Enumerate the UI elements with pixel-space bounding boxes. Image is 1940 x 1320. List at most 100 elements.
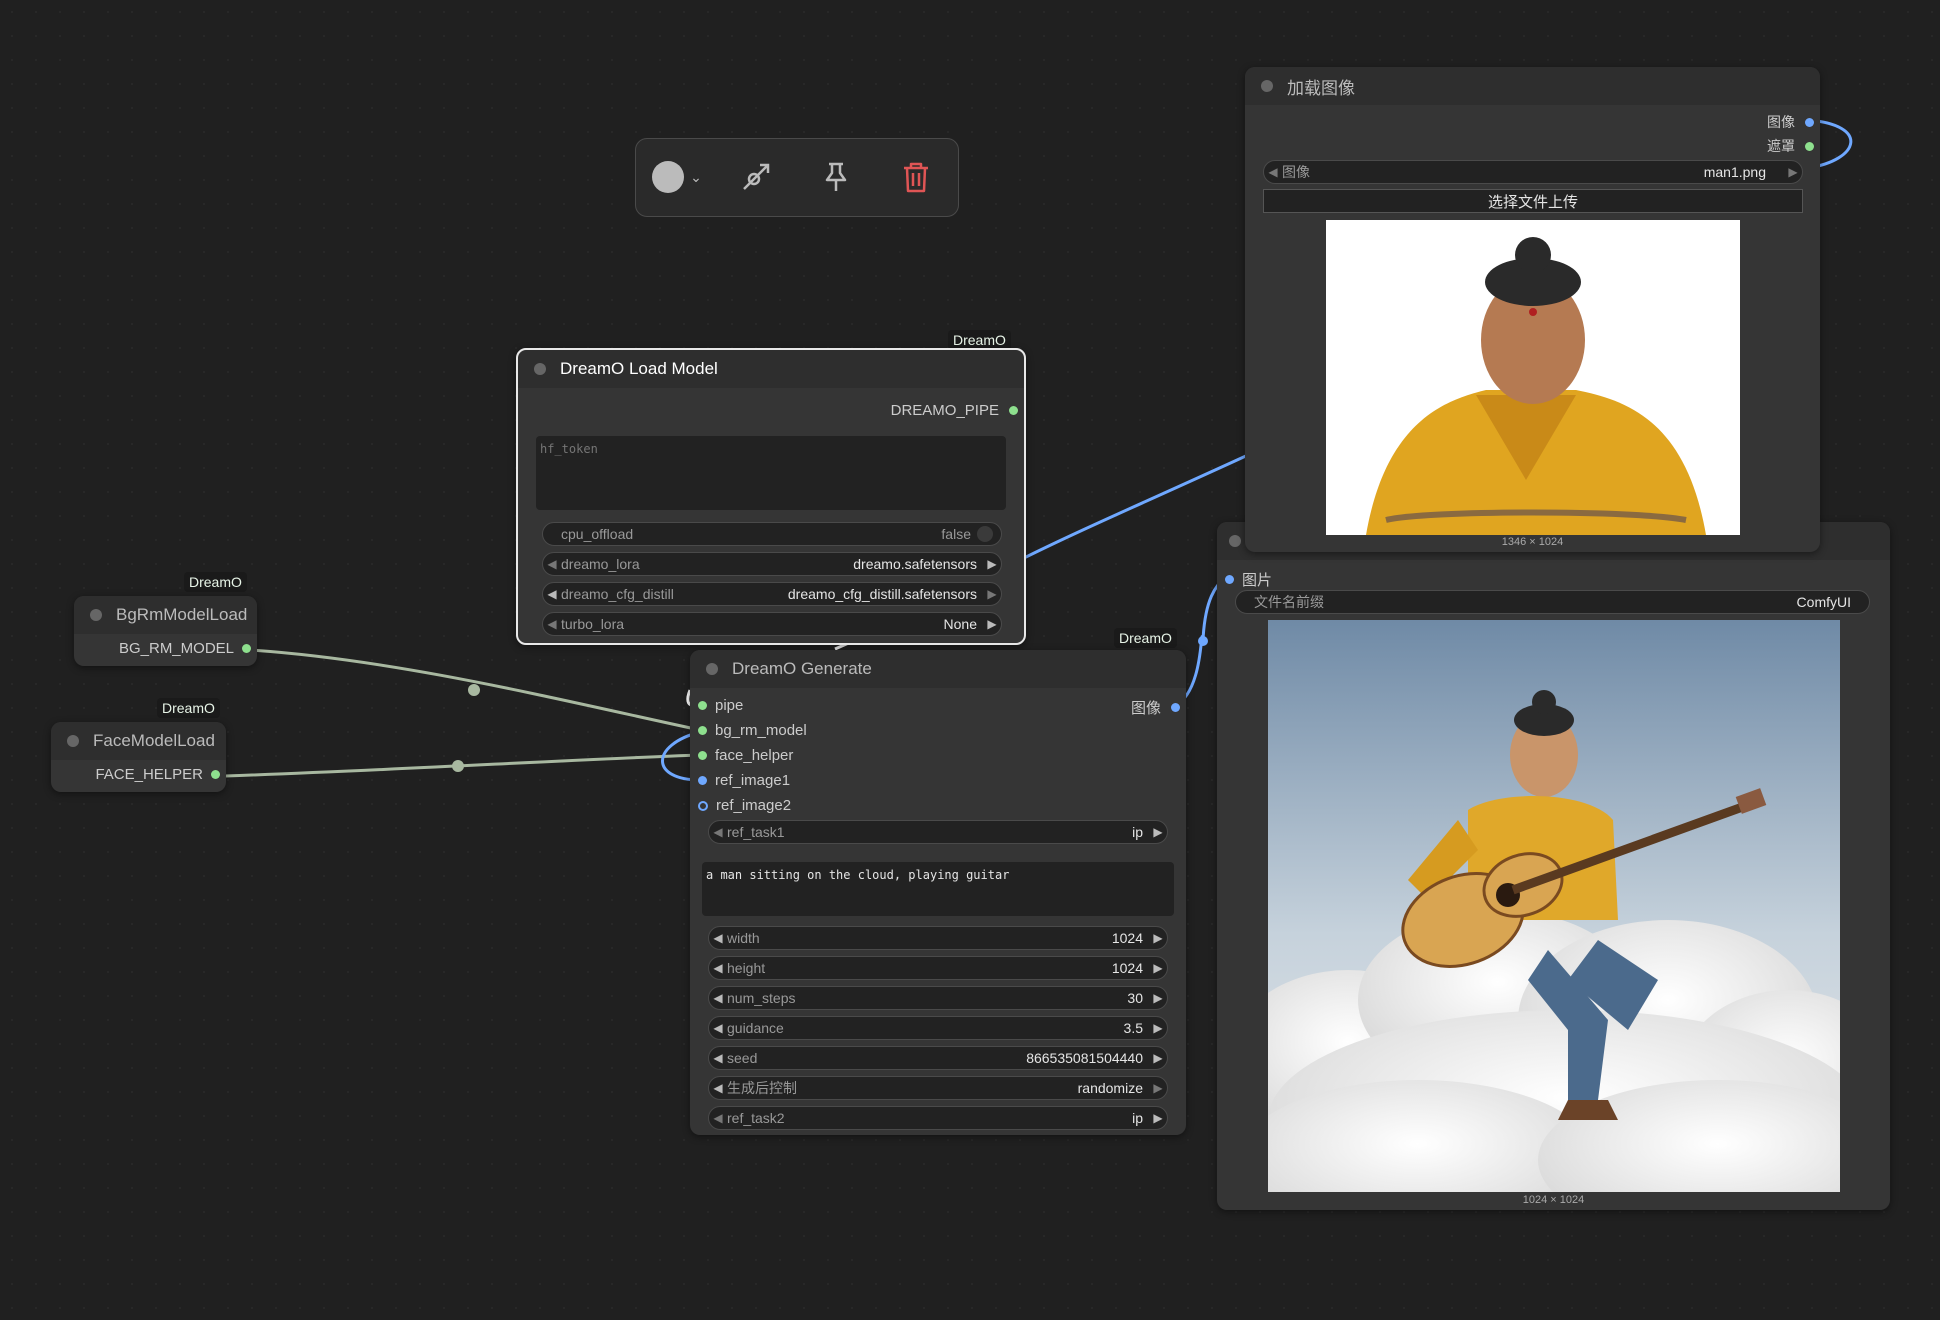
color-picker-button[interactable]: ⌄ (648, 161, 706, 193)
loaded-image-preview[interactable] (1326, 220, 1740, 535)
collapse-dot-icon[interactable] (90, 609, 102, 621)
node-header[interactable]: 加载图像 (1245, 67, 1820, 105)
turbo-lora-select[interactable]: ◀ turbo_lora None ▶ (542, 612, 1002, 636)
control-after-generate-select[interactable]: ◀ 生成后控制 randomize ▶ (708, 1076, 1168, 1100)
arrow-left-icon[interactable]: ◀ (543, 557, 561, 571)
output-slot-dreamo-pipe[interactable]: DREAMO_PIPE (891, 402, 1018, 419)
collapse-dot-icon[interactable] (706, 663, 718, 675)
arrow-left-icon[interactable]: ◀ (709, 1051, 727, 1065)
dreamo-cfg-distill-select[interactable]: ◀ dreamo_cfg_distill dreamo_cfg_distill.… (542, 582, 1002, 606)
output-slot-image[interactable]: 图像 (1131, 697, 1180, 718)
arrow-right-icon[interactable]: ▶ (1784, 165, 1802, 179)
slot-dot-icon[interactable] (698, 701, 707, 710)
slot-dot-icon[interactable] (698, 800, 708, 811)
arrow-right-icon[interactable]: ▶ (1149, 1111, 1167, 1125)
collapse-dot-icon[interactable] (534, 363, 546, 375)
slot-dot-icon[interactable] (1805, 117, 1814, 127)
dreamo-lora-select[interactable]: ◀ dreamo_lora dreamo.safetensors ▶ (542, 552, 1002, 576)
image-file-select[interactable]: ◀ 图像 man1.png ▶ (1263, 160, 1803, 184)
output-slot-bg-rm-model[interactable]: BG_RM_MODEL (119, 640, 251, 657)
slot-dot-icon[interactable] (1009, 406, 1018, 415)
widget-value: ComfyUI (1796, 594, 1851, 610)
filename-prefix-input[interactable]: 文件名前缀 ComfyUI (1235, 590, 1870, 614)
save-image-node[interactable]: 图片 文件名前缀 ComfyUI 1024 × 1024 (1217, 522, 1890, 1210)
node-header[interactable]: BgRmModelLoad (74, 596, 257, 634)
slot-dot-icon[interactable] (698, 776, 707, 785)
arrow-right-icon[interactable]: ▶ (983, 617, 1001, 631)
arrow-right-icon[interactable]: ▶ (1149, 1081, 1167, 1095)
arrow-right-icon[interactable]: ▶ (983, 557, 1001, 571)
num-steps-number[interactable]: ◀ num_steps 30 ▶ (708, 986, 1168, 1010)
slot-label: 图像 (1130, 700, 1161, 717)
bgrm-model-load-node[interactable]: BgRmModelLoad BG_RM_MODEL (74, 596, 257, 666)
cpu-offload-toggle[interactable]: cpu_offload false (542, 522, 1002, 546)
input-slot-images[interactable]: 图片 (1225, 569, 1272, 590)
toggle-knob-icon (977, 526, 993, 542)
arrow-left-icon[interactable]: ◀ (709, 825, 727, 839)
hf-token-input[interactable] (536, 436, 1006, 510)
arrow-left-icon[interactable]: ◀ (709, 931, 727, 945)
dreamo-generate-node[interactable]: DreamO Generate pipe bg_rm_model face_he… (690, 650, 1186, 1135)
slot-dot-icon[interactable] (211, 770, 220, 779)
guidance-number[interactable]: ◀ guidance 3.5 ▶ (708, 1016, 1168, 1040)
load-image-node[interactable]: 加载图像 图像 遮罩 ◀ 图像 man1.png ▶ 选择文件上传 1346 ×… (1245, 67, 1820, 552)
collapse-dot-icon[interactable] (1261, 80, 1273, 92)
arrow-left-icon[interactable]: ◀ (709, 1081, 727, 1095)
arrow-right-icon[interactable]: ▶ (1149, 961, 1167, 975)
slot-dot-icon[interactable] (242, 644, 251, 653)
slot-dot-icon[interactable] (698, 751, 707, 760)
arrow-right-icon[interactable]: ▶ (1149, 931, 1167, 945)
arrow-left-icon[interactable]: ◀ (709, 1021, 727, 1035)
prompt-textarea[interactable]: a man sitting on the cloud, playing guit… (702, 862, 1174, 916)
arrow-right-icon[interactable]: ▶ (1149, 1051, 1167, 1065)
collapse-dot-icon[interactable] (1229, 535, 1241, 547)
collapse-dot-icon[interactable] (67, 735, 79, 747)
input-slot-pipe[interactable]: pipe (698, 697, 743, 714)
widget-label: dreamo_lora (561, 556, 640, 572)
widget-value: 3.5 (1123, 1020, 1143, 1036)
output-slot-image[interactable]: 图像 (1767, 112, 1814, 132)
slot-label: bg_rm_model (715, 722, 807, 739)
slot-dot-icon[interactable] (1805, 141, 1814, 151)
upload-file-button[interactable]: 选择文件上传 (1263, 189, 1803, 213)
slot-dot-icon[interactable] (698, 726, 707, 735)
generated-image-preview[interactable] (1268, 620, 1840, 1192)
node-header[interactable]: DreamO Generate (690, 650, 1186, 688)
arrow-left-icon[interactable]: ◀ (709, 961, 727, 975)
arrow-right-icon[interactable]: ▶ (983, 587, 1001, 601)
arrow-left-icon[interactable]: ◀ (543, 587, 561, 601)
widget-value: dreamo_cfg_distill.safetensors (787, 586, 977, 602)
node-header[interactable]: FaceModelLoad (51, 722, 226, 760)
group-badge: DreamO (184, 572, 247, 592)
widget-label: cpu_offload (561, 526, 634, 542)
output-slot-face-helper[interactable]: FACE_HELPER (95, 766, 220, 783)
input-slot-ref-image2[interactable]: ref_image2 (698, 797, 791, 814)
ref-task1-select[interactable]: ◀ ref_task1 ip ▶ (708, 820, 1168, 844)
node-header[interactable]: DreamO Load Model (518, 350, 1024, 388)
pin-button[interactable] (816, 159, 856, 195)
slot-dot-icon[interactable] (1225, 575, 1234, 584)
widget-value: 1024 (1111, 960, 1143, 976)
input-slot-bg-rm-model[interactable]: bg_rm_model (698, 722, 807, 739)
widget-label: ref_task2 (727, 1110, 785, 1126)
width-number[interactable]: ◀ width 1024 ▶ (708, 926, 1168, 950)
ref-task2-select[interactable]: ◀ ref_task2 ip ▶ (708, 1106, 1168, 1130)
input-slot-ref-image1[interactable]: ref_image1 (698, 772, 790, 789)
arrow-right-icon[interactable]: ▶ (1149, 825, 1167, 839)
arrow-left-icon[interactable]: ◀ (709, 991, 727, 1005)
output-slot-mask[interactable]: 遮罩 (1767, 136, 1814, 156)
dreamo-load-model-node[interactable]: DreamO Load Model DREAMO_PIPE cpu_offloa… (516, 348, 1026, 645)
arrow-left-icon[interactable]: ◀ (709, 1111, 727, 1125)
arrow-left-icon[interactable]: ◀ (543, 617, 561, 631)
delete-button[interactable] (896, 159, 936, 195)
input-slot-face-helper[interactable]: face_helper (698, 747, 793, 764)
arrow-right-icon[interactable]: ▶ (1149, 1021, 1167, 1035)
arrow-left-icon[interactable]: ◀ (1264, 165, 1282, 179)
group-badge: DreamO (157, 698, 220, 718)
slot-dot-icon[interactable] (1171, 703, 1180, 712)
seed-number[interactable]: ◀ seed 866535081504440 ▶ (708, 1046, 1168, 1070)
arrow-right-icon[interactable]: ▶ (1149, 991, 1167, 1005)
face-model-load-node[interactable]: FaceModelLoad FACE_HELPER (51, 722, 226, 792)
bypass-button[interactable] (736, 159, 776, 195)
height-number[interactable]: ◀ height 1024 ▶ (708, 956, 1168, 980)
